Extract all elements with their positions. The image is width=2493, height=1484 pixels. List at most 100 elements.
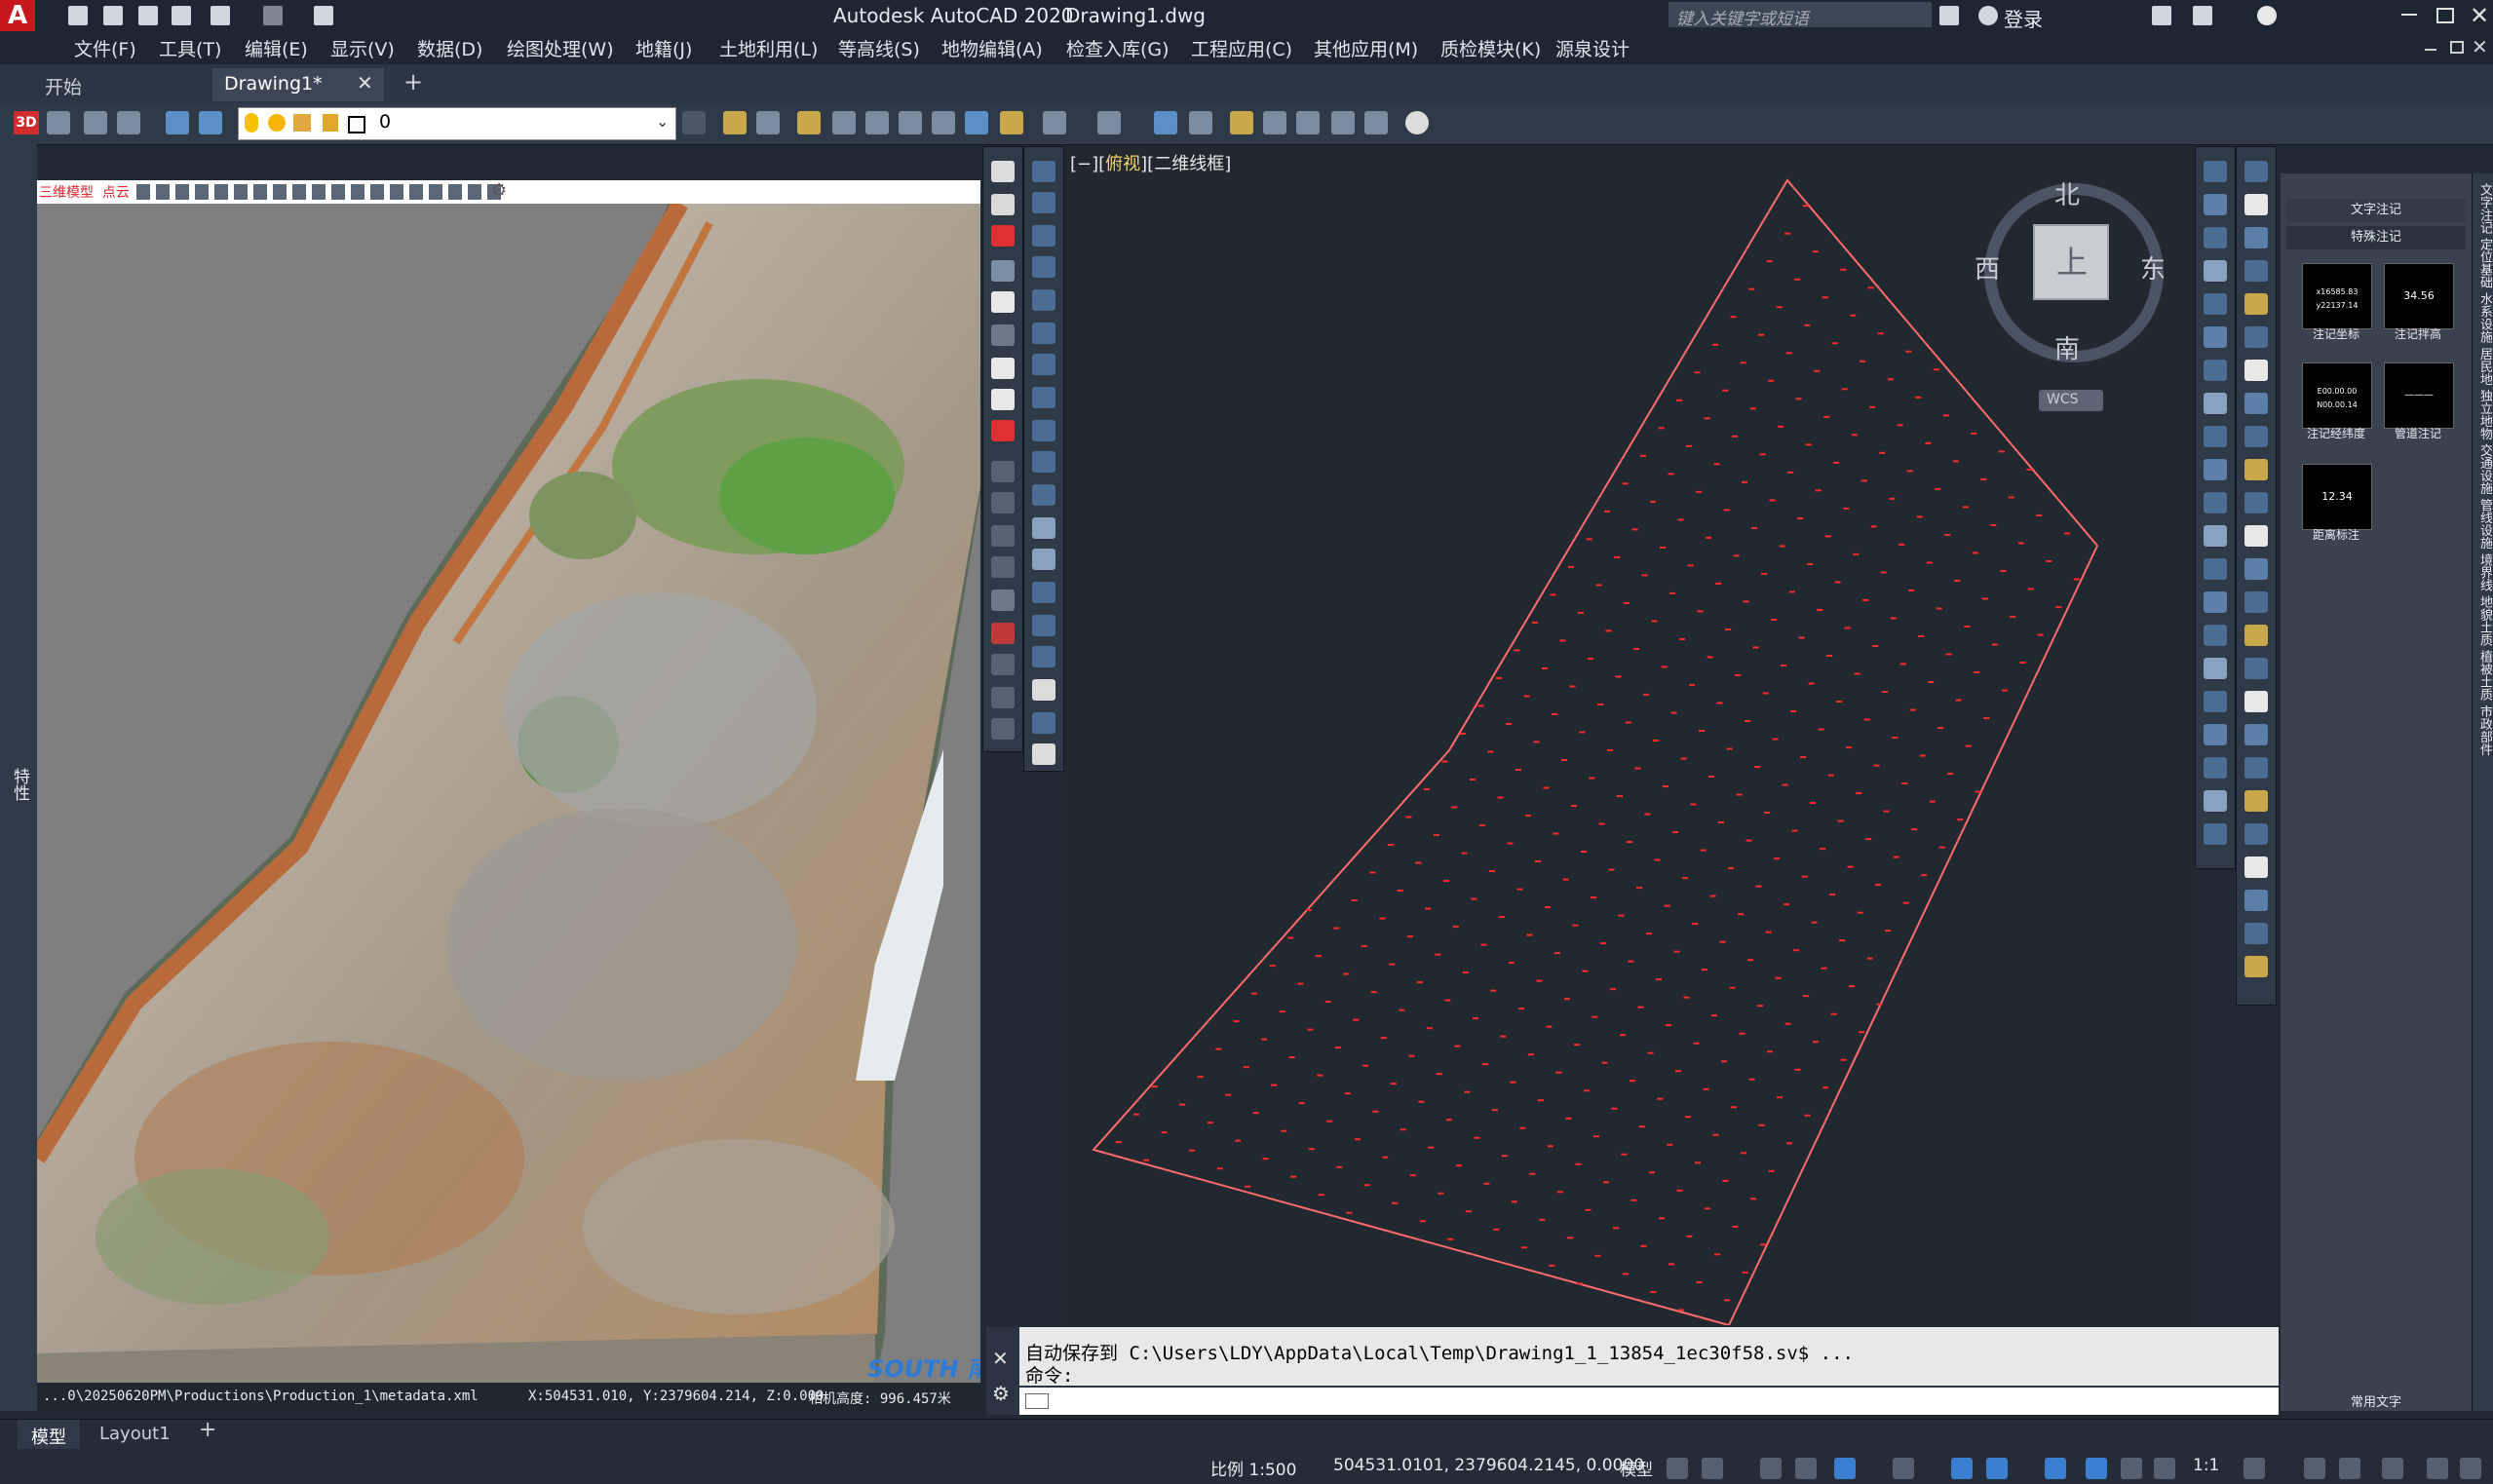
isolate-objects-icon[interactable] (2382, 1458, 2403, 1479)
mtext-icon[interactable] (1032, 743, 1055, 765)
trim-icon[interactable] (1331, 111, 1355, 134)
dimension-tool-13-icon[interactable] (2204, 558, 2227, 580)
layer-states-icon[interactable] (199, 111, 222, 134)
doc-minimize-button[interactable] (2425, 49, 2436, 51)
make-block-icon[interactable] (1032, 549, 1055, 570)
copy-icon[interactable] (1296, 111, 1320, 134)
render-icon[interactable] (47, 111, 70, 134)
code-icon[interactable] (991, 161, 1015, 182)
tab-drawing1[interactable]: Drawing1* ✕ (212, 68, 384, 101)
modify-tool-24-icon[interactable] (2244, 923, 2268, 944)
line-tool-a-icon[interactable] (991, 461, 1015, 482)
properties-strip[interactable]: 特性 (0, 144, 38, 1411)
annotation-visibility-icon[interactable] (2086, 1458, 2107, 1479)
annotation-monitor-icon[interactable] (2304, 1458, 2325, 1479)
annotation-icon[interactable] (991, 420, 1015, 441)
move-icon[interactable] (1263, 111, 1286, 134)
dimension-tool-2-icon[interactable] (2204, 194, 2227, 215)
zoom-previous-icon[interactable] (965, 111, 988, 134)
modify-tool-17-icon[interactable] (2244, 691, 2268, 712)
workspace-gear-icon[interactable] (2244, 1458, 2265, 1479)
wcs-button[interactable]: WCS (2039, 390, 2103, 411)
infer-icon[interactable] (1760, 1458, 1782, 1479)
ortho-settings-icon[interactable]: ⚙ (491, 180, 507, 201)
gradient-icon[interactable] (1032, 646, 1055, 667)
cart-icon[interactable] (2152, 6, 2171, 25)
palette-tab-text[interactable]: 文字注记 (2286, 199, 2466, 222)
layer-dropdown[interactable]: 0 ⌄ (238, 107, 676, 140)
menu-file[interactable]: 文件(F) (74, 35, 136, 61)
tab-start[interactable]: 开始 (19, 68, 211, 99)
3d-icon[interactable]: 3D (14, 111, 39, 134)
camera-capture-icon[interactable] (991, 291, 1015, 313)
menu-draw-process[interactable]: 绘图处理(W) (507, 35, 614, 61)
dimension-tool-3-icon[interactable] (2204, 227, 2227, 248)
units-icon[interactable] (2339, 1458, 2360, 1479)
menu-check-import[interactable]: 检查入库(G) (1066, 35, 1170, 61)
dimension-tool-4-icon[interactable] (2204, 260, 2227, 282)
dimension-tool-19-icon[interactable] (2204, 757, 2227, 779)
restore-button[interactable] (2436, 8, 2454, 23)
rectangle-icon[interactable] (1032, 289, 1055, 311)
close-button[interactable]: ✕ (2470, 2, 2489, 29)
insert-block-icon[interactable] (1032, 517, 1055, 539)
compass-south[interactable]: 南 (2054, 329, 2080, 365)
save-as-icon[interactable] (172, 6, 191, 25)
dimension-tool-7-icon[interactable] (2204, 360, 2227, 381)
red-block-icon[interactable] (991, 225, 1015, 247)
menu-qc[interactable]: 质检模块(K) (1440, 35, 1541, 61)
lasso-icon[interactable] (797, 111, 821, 134)
dimension-tool-18-icon[interactable] (2204, 724, 2227, 745)
search-input[interactable]: 键入关键字或短语 (1668, 2, 1932, 29)
command-input[interactable] (1019, 1388, 2279, 1415)
modify-tool-18-icon[interactable] (2244, 724, 2268, 745)
menu-other[interactable]: 其他应用(M) (1314, 35, 1418, 61)
dimension-tool-9-icon[interactable] (2204, 426, 2227, 447)
line-icon[interactable] (1032, 161, 1055, 182)
region-icon[interactable] (1032, 679, 1055, 701)
image-icon[interactable] (1000, 111, 1023, 134)
menu-view[interactable]: 显示(V) (330, 35, 395, 61)
status-zoom[interactable]: 1:1 (2193, 1456, 2219, 1475)
match-layer-icon[interactable] (682, 111, 706, 134)
polar-icon[interactable] (1834, 1458, 1856, 1479)
customization-icon[interactable] (2460, 1458, 2481, 1479)
annotation-scale-icon[interactable] (2154, 1458, 2175, 1479)
doc-restore-button[interactable] (2450, 41, 2464, 54)
dimension-tool-15-icon[interactable] (2204, 625, 2227, 646)
properties-icon[interactable] (1154, 111, 1177, 134)
ortho-mode-icon[interactable] (1795, 1458, 1817, 1479)
extend-icon[interactable] (1364, 111, 1388, 134)
app-logo[interactable]: A (0, 0, 35, 31)
binoculars-icon[interactable] (1939, 6, 1959, 25)
arc-icon[interactable] (1032, 323, 1055, 344)
tab-close-icon[interactable]: ✕ (357, 71, 373, 95)
palette-footer[interactable]: 常用文字 (2286, 1391, 2466, 1410)
grid-icon[interactable] (1667, 1458, 1688, 1479)
modify-tool-21-icon[interactable] (2244, 823, 2268, 845)
redo-toolbar-icon[interactable] (1097, 111, 1121, 134)
status-model[interactable]: 模型 (1620, 1456, 1653, 1480)
measure-icon[interactable] (991, 590, 1015, 611)
dots-icon[interactable] (991, 718, 1015, 740)
pan-icon[interactable] (832, 111, 856, 134)
modify-tool-11-icon[interactable] (2244, 492, 2268, 514)
compass-west[interactable]: 西 (1975, 249, 2000, 285)
modify-tool-16-icon[interactable] (2244, 658, 2268, 679)
layout-tab-model[interactable]: 模型 (18, 1420, 80, 1449)
modify-tool-8-icon[interactable] (2244, 393, 2268, 414)
undo-icon[interactable] (211, 6, 230, 25)
zoom-extents-icon[interactable] (932, 111, 955, 134)
palette-side-labels[interactable]: 文字注记 定位基础 水系设施 居民地 独立地物 交通设施 管线设施 境界线 地貌… (2474, 183, 2492, 1050)
menu-land-use[interactable]: 土地利用(L) (719, 35, 818, 61)
modify-tool-14-icon[interactable] (2244, 591, 2268, 613)
auto-scale-icon[interactable] (2121, 1458, 2142, 1479)
open-icon[interactable] (68, 6, 88, 25)
object-snap-icon[interactable] (1986, 1458, 2008, 1479)
dimension-tool-11-icon[interactable] (2204, 492, 2227, 514)
polygon-icon[interactable] (1032, 256, 1055, 278)
ellipse-icon[interactable] (1032, 451, 1055, 473)
zoom-realtime-icon[interactable] (865, 111, 889, 134)
command-customize-icon[interactable]: ⚙ (992, 1382, 1010, 1405)
doc-close-button[interactable]: ✕ (2472, 35, 2488, 58)
